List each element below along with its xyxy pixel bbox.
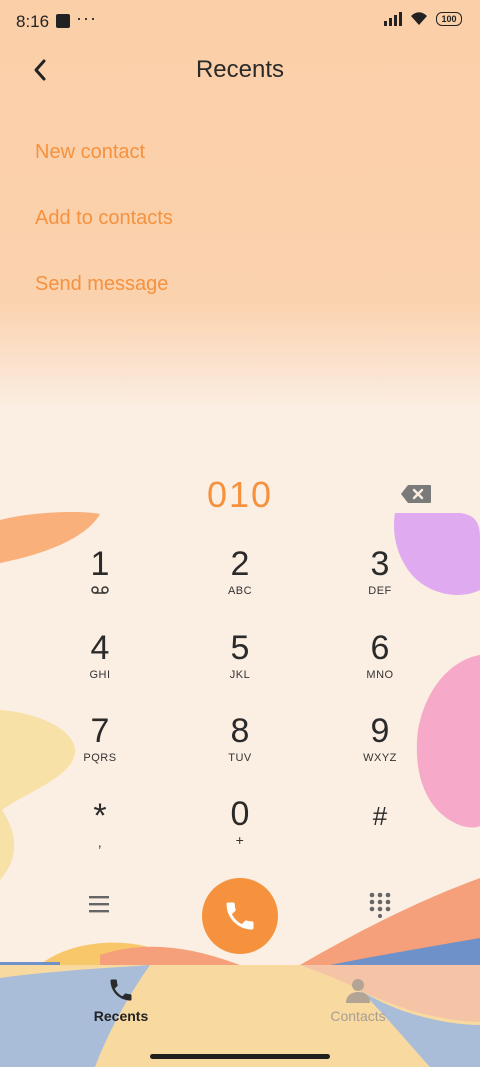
key-letters: JKL	[229, 669, 251, 681]
key-0[interactable]: 0 +	[190, 796, 290, 866]
key-digit: 2	[230, 545, 250, 583]
key-digit: 9	[370, 712, 390, 750]
key-4[interactable]: 4 GHI	[50, 630, 150, 700]
signal-icon	[384, 12, 402, 26]
notification-icon	[56, 14, 70, 28]
key-8[interactable]: 8 TUV	[190, 713, 290, 783]
tab-contacts[interactable]: Contacts	[298, 972, 418, 1028]
key-letters: +	[235, 832, 245, 848]
key-digit: 6	[370, 629, 390, 667]
keypad-toggle-button[interactable]	[366, 890, 394, 923]
voicemail-icon	[91, 586, 109, 594]
key-digit: 0	[230, 795, 250, 833]
key-letters: MNO	[366, 669, 394, 681]
key-digit: 3	[370, 545, 390, 583]
key-9[interactable]: 9 WXYZ	[330, 713, 430, 783]
call-button[interactable]	[202, 878, 278, 954]
key-digit: *	[93, 797, 107, 835]
backspace-icon	[401, 485, 431, 503]
tab-label: Contacts	[330, 1008, 386, 1024]
key-3[interactable]: 3 DEF	[330, 546, 430, 616]
page-title: Recents	[195, 56, 285, 83]
key-5[interactable]: 5 JKL	[190, 630, 290, 700]
menu-button[interactable]	[86, 892, 114, 921]
key-digit: 5	[230, 629, 250, 667]
hamburger-icon	[89, 896, 109, 913]
status-bar: 8:16 ··· 100	[0, 0, 480, 44]
key-letters: PQRS	[83, 752, 117, 764]
key-digit: 4	[90, 629, 110, 667]
key-6[interactable]: 6 MNO	[330, 630, 430, 700]
tab-recents[interactable]: Recents	[61, 972, 181, 1028]
key-digit: #	[372, 801, 388, 831]
battery-icon: 100	[436, 12, 462, 26]
status-time: 8:16	[16, 12, 50, 31]
key-letters: ABC	[227, 585, 253, 597]
key-7[interactable]: 7 PQRS	[50, 713, 150, 783]
wifi-icon	[411, 12, 427, 25]
person-icon	[346, 979, 370, 1003]
home-indicator[interactable]	[150, 1054, 330, 1059]
key-letters: TUV	[228, 752, 252, 764]
more-notifications-icon: ···	[76, 8, 97, 28]
key-letters: DEF	[368, 585, 392, 597]
key-letters: ,	[97, 834, 103, 850]
new-contact-option[interactable]: New contact	[35, 141, 145, 164]
dialpad-icon	[369, 892, 391, 919]
key-letters: WXYZ	[363, 752, 397, 764]
backspace-button[interactable]	[400, 484, 432, 509]
tab-label: Recents	[93, 1008, 149, 1024]
key-star[interactable]: * ,	[50, 798, 150, 868]
phone-icon	[110, 979, 132, 1001]
key-letters: GHI	[89, 669, 111, 681]
key-digit: 8	[230, 712, 250, 750]
phone-icon	[226, 902, 254, 930]
send-message-option[interactable]: Send message	[35, 273, 168, 296]
add-to-contacts-option[interactable]: Add to contacts	[35, 207, 173, 230]
key-2[interactable]: 2 ABC	[190, 546, 290, 616]
key-digit: 7	[90, 712, 110, 750]
key-digit: 1	[90, 545, 110, 583]
key-hash[interactable]: #	[330, 798, 430, 868]
key-1[interactable]: 1	[50, 546, 150, 616]
